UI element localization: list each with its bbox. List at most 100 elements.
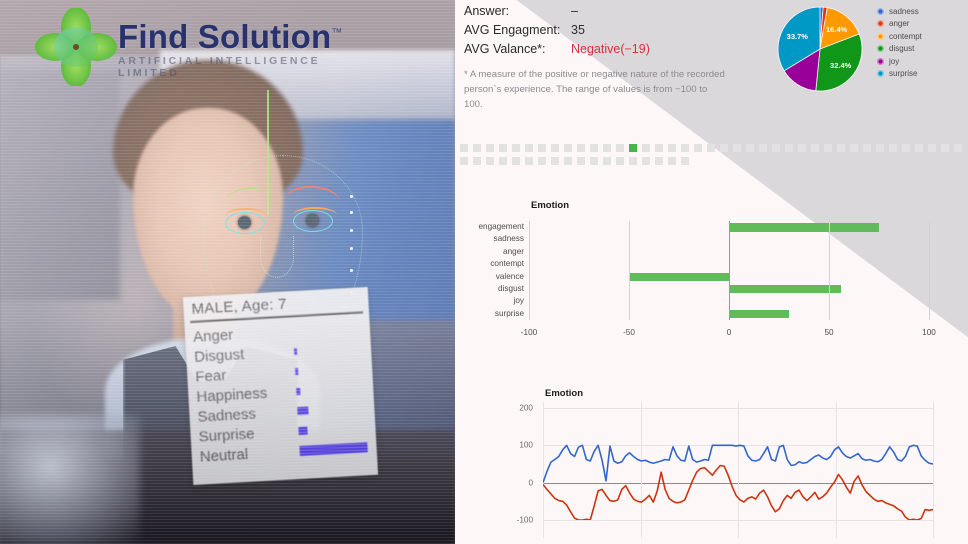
timeline-cell[interactable] (616, 157, 624, 165)
bar-chart-gridline (829, 221, 830, 320)
bar-chart-bar (729, 223, 879, 232)
timeline-cell[interactable] (525, 144, 533, 152)
timeline-cell[interactable] (811, 144, 819, 152)
timeline-cell[interactable] (941, 144, 949, 152)
stat-label: AVG Engagment: (464, 23, 561, 37)
timeline-cell[interactable] (577, 144, 585, 152)
legend-item[interactable]: surprise (877, 68, 922, 81)
timeline-cell[interactable] (642, 144, 650, 152)
timeline-cell[interactable] (772, 144, 780, 152)
bar-chart-category-label: sadness (493, 234, 525, 244)
emotion-bar-chart: Emotion engagement sadness anger contempt va… (455, 195, 968, 360)
timeline-cell-active[interactable] (629, 144, 637, 152)
timeline-cell[interactable] (720, 144, 728, 152)
bar-chart-gridline (529, 221, 530, 320)
timeline-cell[interactable] (837, 144, 845, 152)
timeline-cell[interactable] (824, 144, 832, 152)
timeline-cell[interactable] (707, 144, 715, 152)
timeline-cell[interactable] (785, 144, 793, 152)
timeline-cell[interactable] (499, 157, 507, 165)
legend-color-dot-icon (877, 20, 884, 28)
line-chart-series-valence (543, 464, 933, 520)
timeline-cell[interactable] (486, 144, 494, 152)
timeline-cell[interactable] (759, 144, 767, 152)
timeline-cell[interactable] (629, 157, 637, 165)
timeline-cell[interactable] (694, 144, 702, 152)
timeline-cell[interactable] (681, 144, 689, 152)
legend-item[interactable]: contempt (877, 30, 922, 43)
stat-label: AVG Valance*: (464, 42, 546, 56)
timeline-cell[interactable] (603, 144, 611, 152)
timeline-cell[interactable] (655, 144, 663, 152)
stat-row-engagement: AVG Engagment: 35 (464, 23, 726, 42)
legend-label: surprise (889, 69, 918, 79)
timeline-cell[interactable] (863, 144, 871, 152)
legend-item[interactable]: anger (877, 18, 922, 31)
timeline-cell[interactable] (746, 144, 754, 152)
timeline-cell[interactable] (525, 157, 533, 165)
line-chart-vertical-gridline (933, 402, 934, 538)
timeline-cell[interactable] (486, 157, 494, 165)
timeline-cell[interactable] (551, 157, 559, 165)
timeline-cell[interactable] (473, 157, 481, 165)
timeline-cell[interactable] (564, 144, 572, 152)
stat-value: Negative(−19) (571, 42, 650, 56)
bar-chart-x-tick-label: 0 (726, 328, 732, 337)
timeline-cell[interactable] (655, 157, 663, 165)
timeline-cell[interactable] (512, 144, 520, 152)
bar-chart-x-tick-label: 50 (824, 328, 834, 337)
summary-stats: Answer: – AVG Engagment: 35 AVG Valance*… (464, 4, 726, 113)
flower-logo-icon (35, 7, 117, 87)
bar-chart-category-label: anger (503, 246, 524, 256)
timeline-cells[interactable] (460, 144, 968, 165)
timeline-cell[interactable] (928, 144, 936, 152)
timeline-cell[interactable] (850, 144, 858, 152)
line-chart-y-tick-label: 100 (519, 440, 533, 450)
timeline-cell[interactable] (538, 157, 546, 165)
bar-chart-gridline (929, 221, 930, 320)
timeline-cell[interactable] (564, 157, 572, 165)
bar-chart-bar (629, 272, 729, 281)
pie-slice-label: 16.4% (826, 25, 848, 34)
timeline-cell[interactable] (876, 144, 884, 152)
legend-item[interactable]: sadness (877, 5, 922, 18)
pie-slice-label: 33.7% (787, 32, 809, 41)
timeline-cell[interactable] (590, 144, 598, 152)
timeline-cell[interactable] (590, 157, 598, 165)
timeline-cell[interactable] (681, 157, 689, 165)
timeline-cell[interactable] (798, 144, 806, 152)
timeline-cell[interactable] (551, 144, 559, 152)
bar-chart-category-label: valence (495, 271, 524, 281)
legend-color-dot-icon (877, 45, 884, 53)
timeline-cell[interactable] (915, 144, 923, 152)
timeline-cell[interactable] (889, 144, 897, 152)
timeline-cell[interactable] (512, 157, 520, 165)
timeline-cell[interactable] (668, 157, 676, 165)
valence-footnote: * A measure of the positive or negative … (464, 69, 725, 110)
timeline-cell[interactable] (603, 157, 611, 165)
timeline-cell[interactable] (733, 144, 741, 152)
timeline-cell[interactable] (460, 144, 468, 152)
timeline-cell[interactable] (499, 144, 507, 152)
timeline-cell[interactable] (460, 157, 468, 165)
timeline-cell[interactable] (954, 144, 962, 152)
timeline-cell[interactable] (538, 144, 546, 152)
timeline-cell[interactable] (668, 144, 676, 152)
bar-chart-title: Emotion (531, 200, 569, 211)
line-chart-series-engagement (543, 444, 933, 483)
bar-chart-category-label: surprise (494, 308, 524, 318)
timeline-cell[interactable] (616, 144, 624, 152)
timeline-cell[interactable] (902, 144, 910, 152)
legend-item[interactable]: disgust (877, 43, 922, 56)
legend-color-dot-icon (877, 57, 884, 65)
stat-value: – (571, 4, 578, 18)
timeline-cell[interactable] (577, 157, 585, 165)
brand-logo: Find Solution™ ARTIFICIAL INTELLIGENCE L… (30, 6, 370, 87)
legend-label: contempt (889, 31, 922, 41)
timeline-cell[interactable] (473, 144, 481, 152)
frame-timeline[interactable] (460, 144, 968, 165)
legend-label: anger (889, 19, 910, 29)
legend-item[interactable]: joy (877, 55, 922, 68)
timeline-cell[interactable] (642, 157, 650, 165)
legend-color-dot-icon (877, 32, 884, 40)
